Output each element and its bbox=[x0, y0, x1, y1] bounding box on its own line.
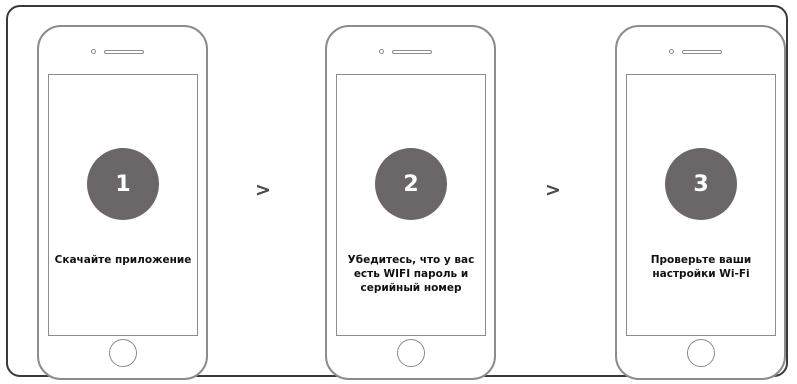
step-description: Скачайте приложение bbox=[54, 254, 192, 266]
phone-camera-icon bbox=[668, 49, 674, 54]
next-arrow-icon: > bbox=[545, 179, 561, 201]
phone-camera-icon bbox=[90, 49, 96, 54]
phone-home-button-icon bbox=[108, 339, 137, 367]
next-arrow-icon: > bbox=[255, 179, 271, 201]
step-number: 1 bbox=[115, 171, 131, 197]
phone-home-button-icon bbox=[686, 339, 715, 367]
step-number-circle: 1 bbox=[87, 148, 159, 220]
phone-step-2: 2 Убедитесь, что у вас есть WIFI пароль … bbox=[325, 25, 496, 380]
step-number-circle: 3 bbox=[665, 148, 737, 220]
step-description: Убедитесь, что у вас есть WIFI пароль и … bbox=[347, 254, 475, 294]
step-number-circle: 2 bbox=[375, 148, 447, 220]
step-number: 3 bbox=[693, 171, 709, 197]
phone-step-1: 1 Скачайте приложение bbox=[37, 25, 208, 380]
instructions-frame: 1 Скачайте приложение > 2 Убедитесь, что… bbox=[6, 5, 788, 380]
step-description: Проверьте ваши настройки Wi-Fi bbox=[650, 254, 752, 280]
phone-screen: 1 Скачайте приложение bbox=[48, 74, 198, 336]
phone-step-3: 3 Проверьте ваши настройки Wi-Fi bbox=[615, 25, 786, 380]
phone-screen: 3 Проверьте ваши настройки Wi-Fi bbox=[626, 74, 776, 336]
phone-camera-icon bbox=[378, 49, 384, 54]
step-number: 2 bbox=[403, 171, 419, 197]
phone-speaker-icon bbox=[103, 50, 144, 54]
phone-screen: 2 Убедитесь, что у вас есть WIFI пароль … bbox=[336, 74, 486, 336]
phone-speaker-icon bbox=[391, 50, 432, 54]
phone-speaker-icon bbox=[681, 50, 722, 54]
phone-home-button-icon bbox=[396, 339, 425, 367]
